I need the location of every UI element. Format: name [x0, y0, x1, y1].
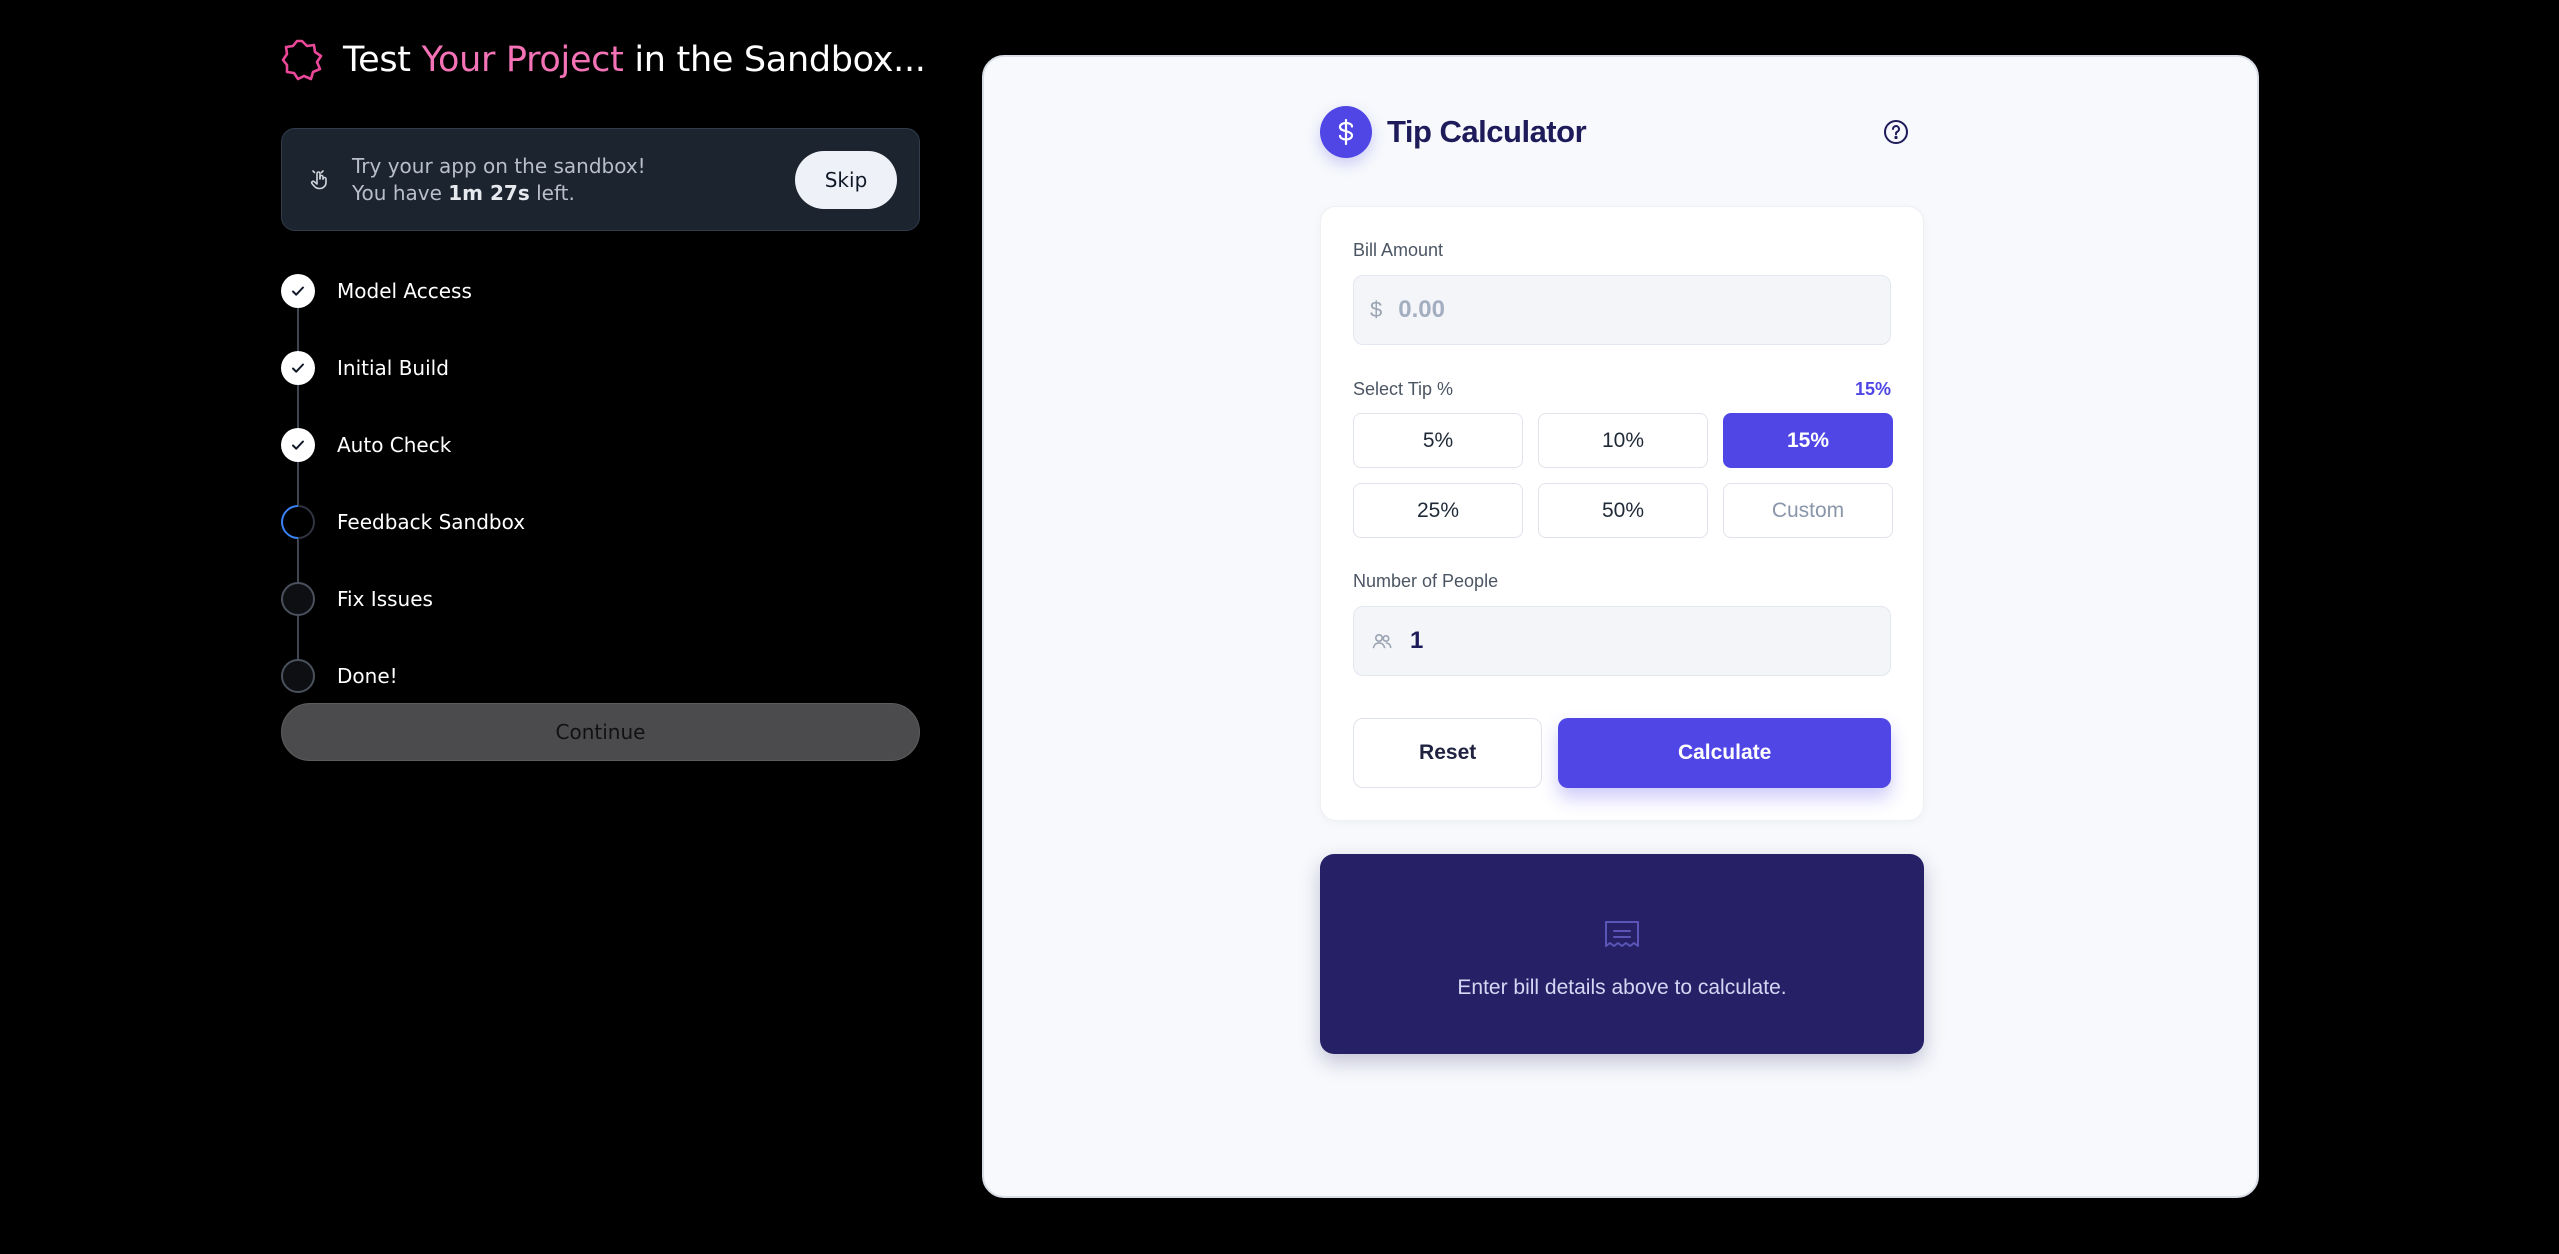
notice-text: Try your app on the sandbox! You have 1m…: [352, 153, 795, 207]
onboarding-panel: Test Your Project in the Sandbox... Try …: [273, 36, 926, 761]
step-pending-indicator: [281, 582, 315, 616]
step-pending-indicator: [281, 659, 315, 693]
action-buttons: Reset Calculate: [1353, 718, 1891, 788]
calculate-button[interactable]: Calculate: [1558, 718, 1891, 788]
time-left: 1m 27s: [448, 180, 530, 205]
notice-suffix: left.: [529, 180, 575, 205]
badge-icon: [281, 39, 323, 81]
step-label: Done!: [337, 664, 398, 688]
step-auto-check: Auto Check: [281, 427, 451, 463]
step-connector: [297, 291, 299, 675]
currency-symbol: $: [1370, 297, 1383, 322]
step-label: Fix Issues: [337, 587, 433, 611]
notice-line1: Try your app on the sandbox!: [352, 153, 646, 178]
question-circle-icon[interactable]: [1882, 118, 1910, 146]
tip-calculator-app: Tip Calculator Bill Amount $ Select Tip …: [1320, 105, 1924, 1054]
step-label: Initial Build: [337, 356, 449, 380]
bill-amount-input[interactable]: [1396, 295, 1857, 325]
tip-50-button[interactable]: 50%: [1538, 483, 1708, 538]
step-done: Done!: [281, 658, 398, 694]
step-complete-indicator: [281, 428, 315, 462]
step-model-access: Model Access: [281, 273, 472, 309]
title-suffix: in the Sandbox...: [623, 40, 926, 80]
tip-custom-button[interactable]: Custom: [1723, 483, 1893, 538]
app-header: Tip Calculator: [1320, 105, 1924, 159]
skip-button[interactable]: Skip: [795, 150, 897, 209]
check-icon: [292, 286, 304, 296]
users-icon: [1372, 634, 1392, 649]
step-label: Auto Check: [337, 433, 452, 457]
step-complete-indicator: [281, 351, 315, 385]
tip-header: Select Tip % 15%: [1353, 379, 1891, 400]
step-initial-build: Initial Build: [281, 350, 449, 386]
step-active-indicator: [273, 497, 323, 547]
check-icon: [292, 363, 304, 373]
pointer-hand-icon: [310, 169, 327, 189]
title-row: Test Your Project in the Sandbox...: [281, 36, 926, 84]
result-panel: Enter bill details above to calculate.: [1320, 854, 1924, 1054]
bill-amount-label: Bill Amount: [1353, 240, 1444, 260]
bill-amount-field[interactable]: $: [1353, 275, 1891, 345]
tip-5-button[interactable]: 5%: [1353, 413, 1523, 468]
people-input[interactable]: [1408, 626, 1868, 656]
step-feedback-sandbox: Feedback Sandbox: [273, 497, 526, 547]
app-title: Tip Calculator: [1387, 114, 1587, 149]
notice-prefix: You have: [352, 180, 449, 205]
page-title: Test Your Project in the Sandbox...: [343, 40, 926, 80]
result-message: Enter bill details above to calculate.: [1457, 976, 1787, 999]
receipt-icon: [1605, 921, 1639, 947]
calculator-card: Bill Amount $ Select Tip % 15% 5% 10% 15…: [1320, 206, 1924, 821]
people-field[interactable]: [1353, 606, 1891, 676]
title-prefix: Test: [343, 40, 422, 80]
step-label: Feedback Sandbox: [337, 510, 526, 534]
dollar-icon: [1320, 106, 1372, 158]
sandbox-notice: Try your app on the sandbox! You have 1m…: [281, 128, 920, 231]
title-highlight: Your Project: [421, 40, 624, 80]
step-complete-indicator: [281, 274, 315, 308]
notice-line2: You have 1m 27s left.: [352, 180, 795, 207]
selected-tip-value: 15%: [1854, 379, 1891, 399]
number-of-people-label: Number of People: [1353, 571, 1499, 591]
tip-25-button[interactable]: 25%: [1353, 483, 1523, 538]
check-icon: [292, 440, 304, 450]
select-tip-label: Select Tip %: [1353, 379, 1454, 399]
tip-15-button[interactable]: 15%: [1723, 413, 1893, 468]
step-fix-issues: Fix Issues: [281, 581, 433, 617]
continue-button[interactable]: Continue: [281, 703, 920, 761]
reset-button[interactable]: Reset: [1353, 718, 1543, 788]
tip-10-button[interactable]: 10%: [1538, 413, 1708, 468]
tip-options: 5% 10% 15% 25% 50% Custom: [1353, 413, 1893, 538]
progress-steps: Model Access Initial Build Auto Check Fe…: [273, 273, 921, 694]
sandbox-preview: Tip Calculator Bill Amount $ Select Tip …: [982, 55, 2259, 1198]
step-label: Model Access: [337, 279, 472, 303]
